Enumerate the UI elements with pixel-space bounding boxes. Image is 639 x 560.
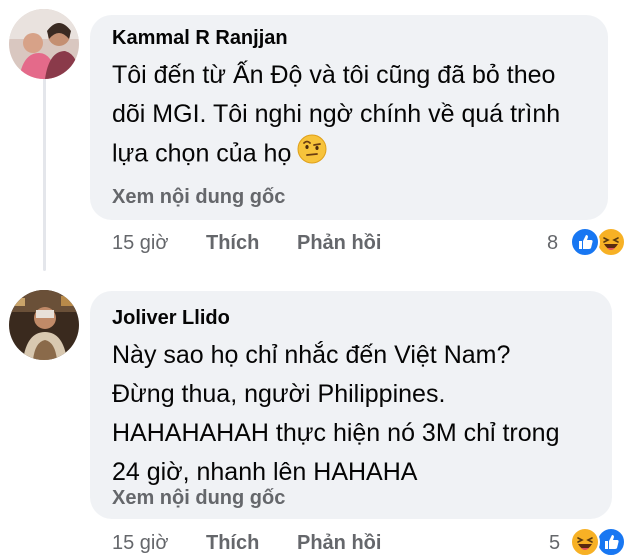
- face-with-raised-eyebrow-icon: [297, 134, 327, 176]
- comment-text: Này sao họ chỉ nhắc đến Việt Nam? Đừng t…: [112, 336, 559, 492]
- reply-button[interactable]: Phản hồi: [297, 532, 381, 555]
- like-button[interactable]: Thích: [206, 532, 259, 555]
- thread-connector-line: [43, 72, 46, 271]
- like-icon[interactable]: [570, 227, 600, 257]
- comment-timestamp[interactable]: 15 giờ: [112, 232, 168, 255]
- avatar-photo-icon: [9, 9, 79, 79]
- like-icon[interactable]: [596, 527, 626, 557]
- comment-text-line: lựa chọn của họ: [112, 134, 560, 176]
- comment-text-line: Đừng thua, người Philippines.: [112, 380, 446, 408]
- comment-text-line: HAHAHAHAH thực hiện nó 3M chỉ trong: [112, 419, 560, 447]
- comment-text-line: dõi MGI. Tôi nghi ngờ chính về quá trình: [112, 100, 561, 128]
- comment-text: Tôi đến từ Ấn Độ và tôi cũng đã bỏ theo …: [112, 56, 560, 176]
- comment-author[interactable]: Joliver Llido: [112, 307, 230, 330]
- reaction-count[interactable]: 5: [549, 532, 560, 555]
- see-original-link[interactable]: Xem nội dung gốc: [112, 487, 285, 510]
- avatar[interactable]: [9, 9, 79, 79]
- haha-icon[interactable]: [570, 527, 600, 557]
- see-original-link[interactable]: Xem nội dung gốc: [112, 186, 285, 209]
- avatar[interactable]: [9, 290, 79, 360]
- reply-button[interactable]: Phản hồi: [297, 232, 381, 255]
- comment-text-line: Này sao họ chỉ nhắc đến Việt Nam?: [112, 341, 511, 369]
- haha-icon[interactable]: [596, 227, 626, 257]
- avatar-photo-icon: [9, 290, 79, 360]
- comment-text-line: Tôi đến từ Ấn Độ và tôi cũng đã bỏ theo: [112, 61, 556, 89]
- reaction-count[interactable]: 8: [547, 232, 558, 255]
- comment-author[interactable]: Kammal R Ranjjan: [112, 27, 288, 50]
- comment-timestamp[interactable]: 15 giờ: [112, 532, 168, 555]
- comment-text-fragment: lựa chọn của họ: [112, 139, 292, 168]
- like-button[interactable]: Thích: [206, 232, 259, 255]
